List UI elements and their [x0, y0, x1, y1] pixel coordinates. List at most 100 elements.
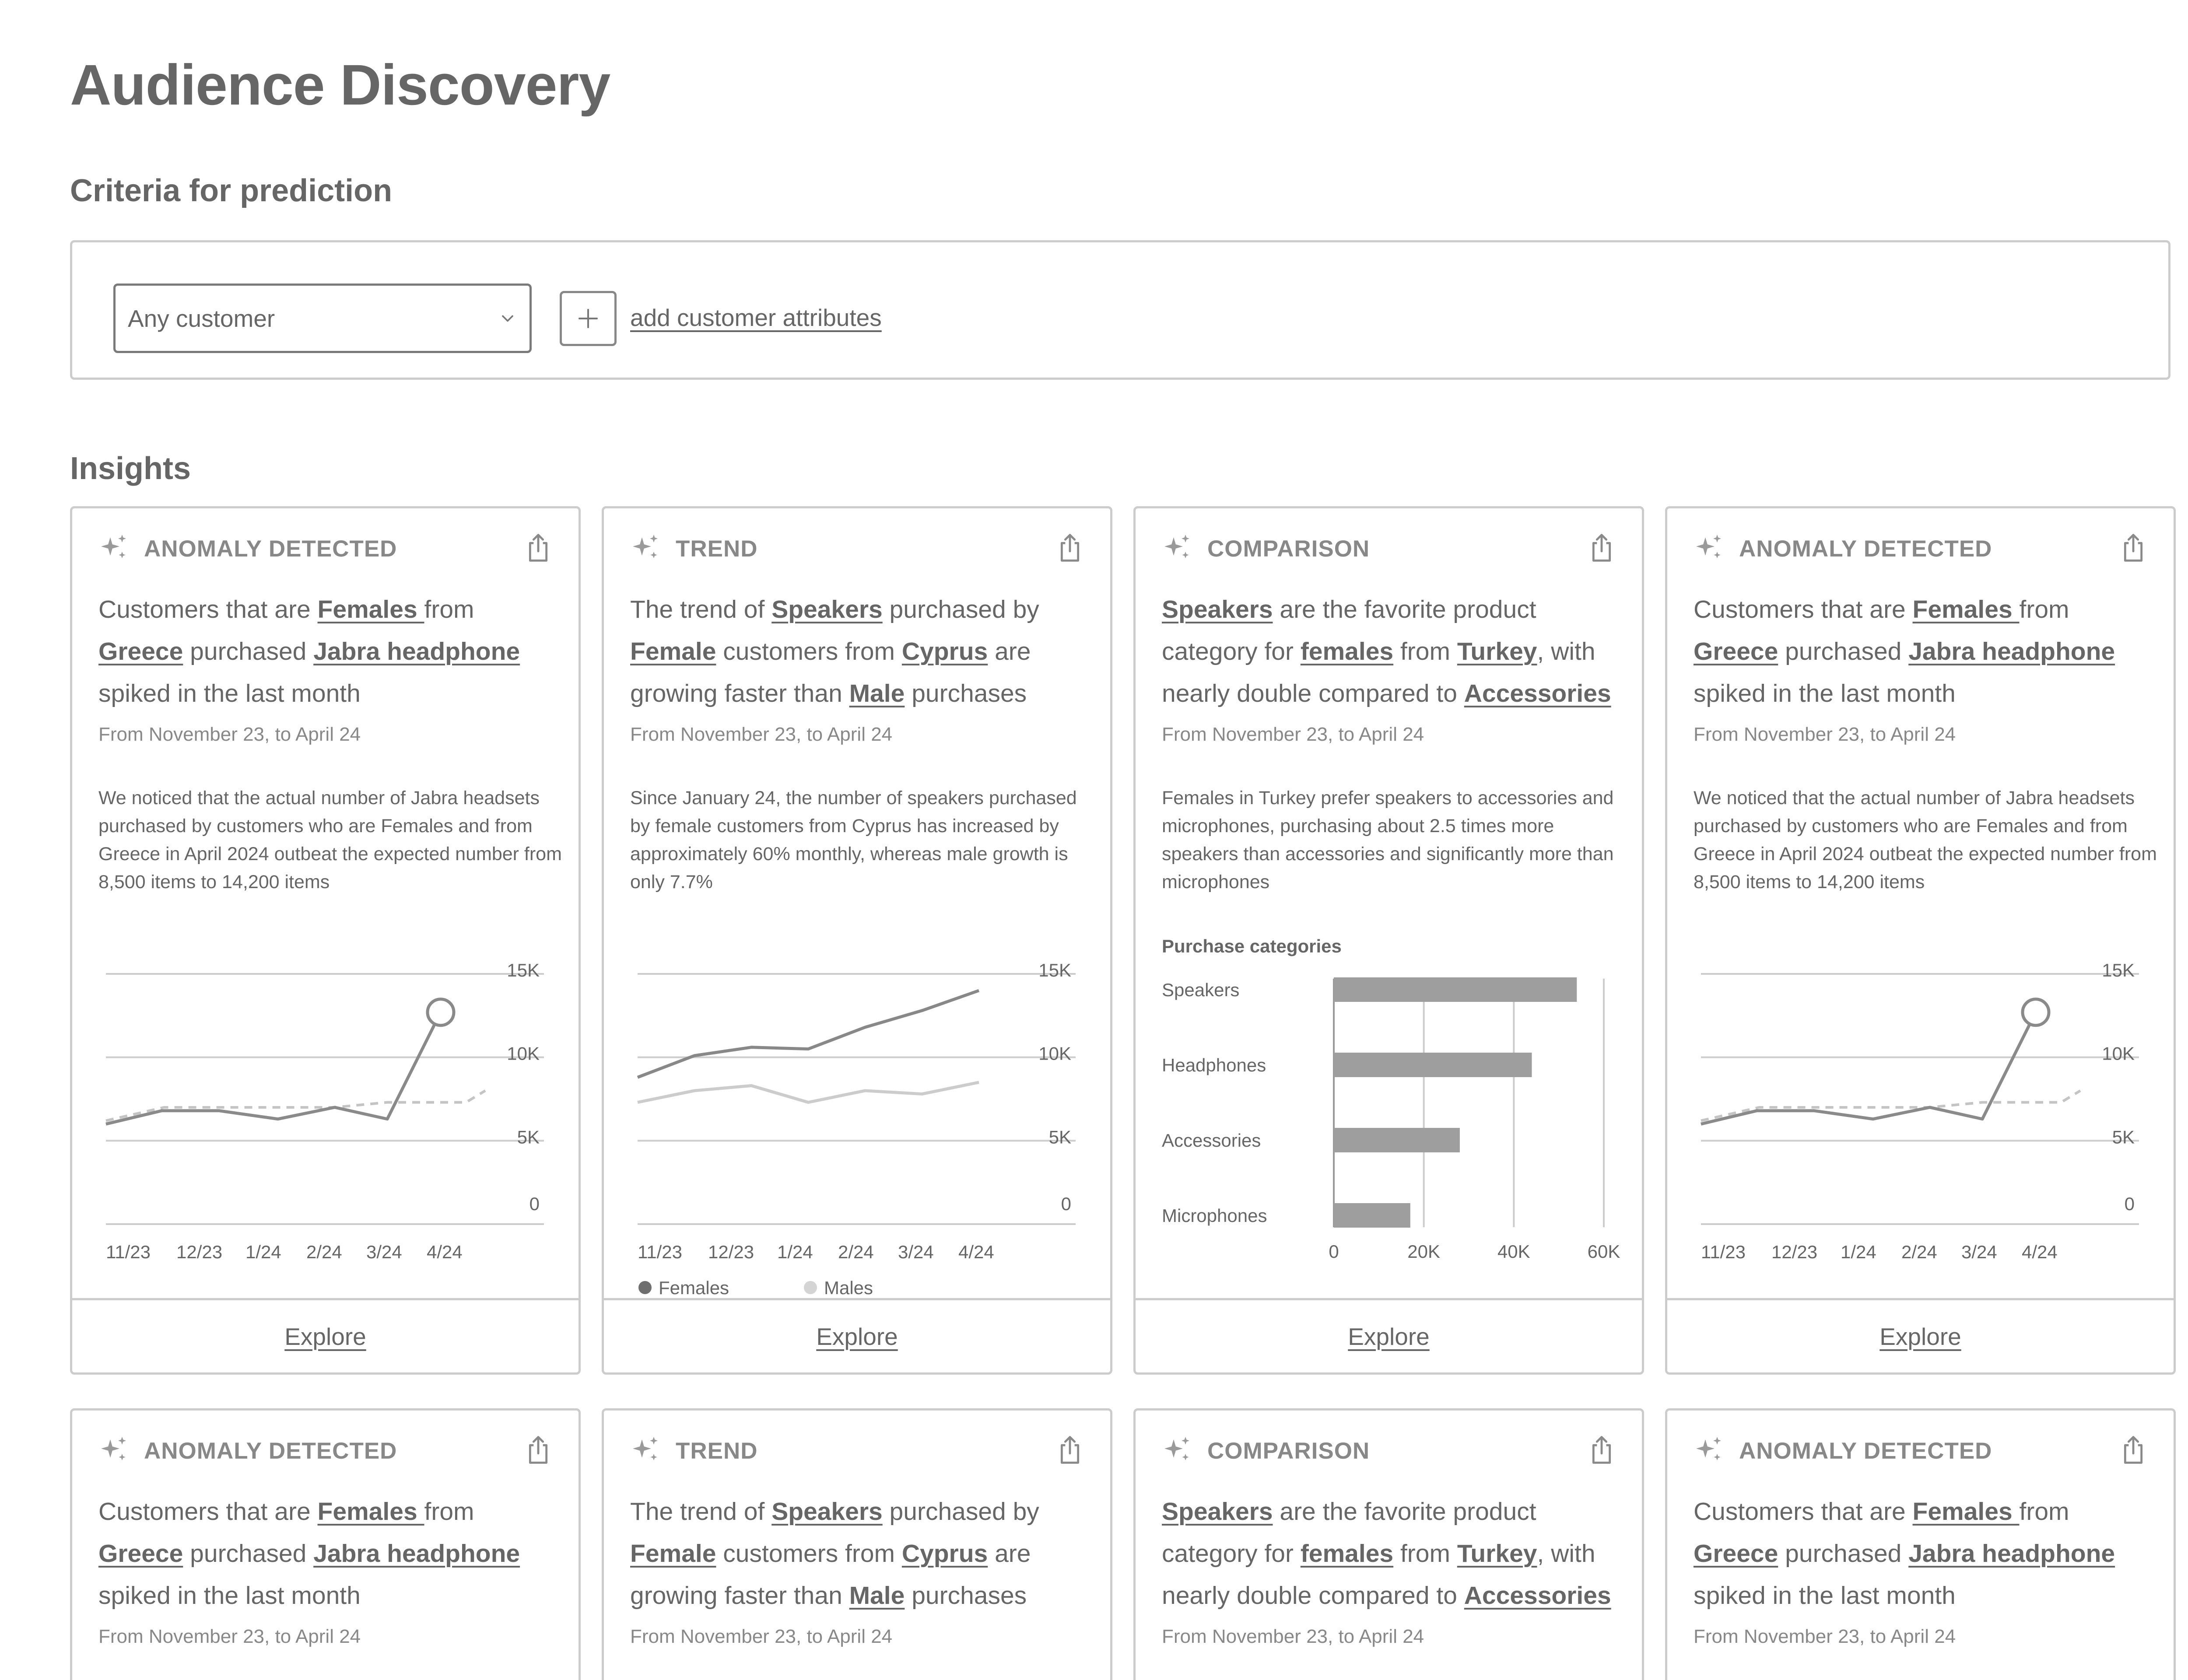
legend-swatch-females [638, 1281, 652, 1294]
headline-entity-link[interactable]: Jabra headphone [1908, 1540, 2115, 1568]
headline-entity-link[interactable]: Females [1913, 1498, 2020, 1526]
insight-headline: The trend of Speakers purchased by Femal… [630, 1491, 1094, 1617]
females-series-line [637, 989, 980, 1079]
insight-card: ANOMALY DETECTED Customers that are Femal… [70, 506, 581, 1375]
x-tick-label: 2/24 [838, 1242, 874, 1262]
explore-button[interactable]: Explore [1879, 1323, 1961, 1351]
insight-type-label: ANOMALY DETECTED [144, 1438, 397, 1464]
insight-chart: 15K 10K 5K 0 11/23 12/23 1/24 2/24 3/24 4/24 [1701, 960, 2139, 1262]
headline-entity-link[interactable]: Turkey [1457, 1540, 1537, 1568]
headline-entity-link[interactable]: Speakers [1162, 1498, 1273, 1526]
x-tick-label: 12/23 [1771, 1242, 1817, 1262]
x-tick-label: 4/24 [958, 1242, 994, 1262]
insight-headline: Speakers are the favorite product catego… [1162, 1491, 1626, 1617]
chart-title: Purchase categories [1162, 936, 1342, 956]
bar [1334, 1053, 1532, 1077]
insight-date-range: From November 23, to April 24 [1694, 1626, 1956, 1647]
x-tick-label: 4/24 [2022, 1242, 2058, 1262]
add-customer-attributes-link[interactable]: add customer attributes [630, 304, 882, 332]
headline-entity-link[interactable]: Cyprus [902, 1540, 988, 1568]
anomaly-point-marker[interactable] [426, 998, 456, 1027]
headline-entity-link[interactable]: Accessories [1464, 1582, 1611, 1610]
headline-entity-link[interactable]: Female [630, 1540, 716, 1568]
chevron-down-icon [502, 315, 513, 322]
x-tick-label: 3/24 [1961, 1242, 1997, 1262]
share-icon[interactable] [524, 1433, 552, 1466]
explore-button[interactable]: Explore [284, 1323, 366, 1351]
explore-bar: Explore [604, 1298, 1110, 1372]
share-icon[interactable] [1588, 1433, 1616, 1466]
y-tick-label: 5K [2112, 1127, 2135, 1147]
sparkle-icon [101, 1437, 126, 1460]
insight-card: COMPARISON Speakers are the favorite prod… [1133, 506, 1644, 1375]
card-header: TREND [630, 1432, 1084, 1467]
x-tick-label: 11/23 [106, 1242, 151, 1262]
category-label: Accessories [1162, 1130, 1261, 1151]
legend-swatch-males [804, 1281, 817, 1294]
headline-text: Customers that are [1694, 1498, 1913, 1526]
insight-date-range: From November 23, to April 24 [1162, 1626, 1424, 1647]
bar [1334, 1128, 1460, 1152]
insight-card: COMPARISON Speakers are the favorite prod… [1133, 1408, 1644, 1680]
headline-entity-link[interactable]: Speakers [771, 1498, 883, 1526]
y-tick-label: 15K [507, 960, 540, 980]
insight-headline: Customers that are Females from Greece p… [98, 1491, 562, 1617]
headline-text: purchased [183, 1540, 314, 1568]
headline-text: purchased [1778, 1540, 1909, 1568]
card-header: COMPARISON [1162, 1432, 1616, 1467]
x-tick-label: 4/24 [427, 1242, 463, 1262]
share-icon[interactable] [2119, 1433, 2147, 1466]
y-tick-label: 0 [2125, 1194, 2135, 1214]
insight-chart: Purchase categories 0 20K 40K 60K Speakers Hea… [1162, 936, 1620, 1262]
x-tick-label: 1/24 [1841, 1242, 1876, 1262]
insight-card: ANOMALY DETECTED Customers that are Femal… [1665, 506, 2176, 1375]
y-tick-label: 5K [1049, 1127, 1071, 1147]
explore-button[interactable]: Explore [816, 1323, 898, 1351]
headline-entity-link[interactable]: females [1301, 1540, 1393, 1568]
y-tick-label: 10K [1038, 1043, 1071, 1064]
males-series-line [637, 1081, 979, 1104]
x-tick-label: 60K [1588, 1241, 1620, 1262]
y-tick-label: 10K [507, 1043, 540, 1064]
insight-type-label: COMPARISON [1207, 1438, 1370, 1464]
sparkle-icon [1696, 1437, 1721, 1460]
headline-text: from [1393, 1540, 1457, 1568]
category-label: Headphones [1162, 1055, 1266, 1075]
headline-entity-link[interactable]: Male [849, 1582, 905, 1610]
card-header: ANOMALY DETECTED [1694, 1432, 2147, 1467]
headline-entity-link[interactable]: Greece [1694, 1540, 1778, 1568]
insights-section-title: Insights [70, 451, 191, 486]
insight-type-label: TREND [676, 1438, 758, 1464]
x-tick-label: 40K [1497, 1241, 1530, 1262]
headline-entity-link[interactable]: Jabra headphone [313, 1540, 520, 1568]
y-tick-label: 15K [1038, 960, 1071, 980]
customer-select[interactable]: Any customer [113, 284, 532, 353]
insight-date-range: From November 23, to April 24 [630, 1626, 893, 1647]
category-label: Microphones [1162, 1205, 1267, 1226]
headline-text: spiked in the last month [98, 1582, 361, 1610]
anomaly-point-marker[interactable] [2021, 998, 2051, 1027]
share-icon[interactable] [1056, 1433, 1084, 1466]
card-header: ANOMALY DETECTED [98, 1432, 552, 1467]
y-tick-label: 10K [2102, 1043, 2135, 1064]
sparkle-icon [1164, 1437, 1189, 1460]
x-tick-label: 2/24 [306, 1242, 342, 1262]
headline-entity-link[interactable]: Females [318, 1498, 424, 1526]
add-attribute-button[interactable] [560, 291, 617, 346]
x-tick-label: 11/23 [1701, 1242, 1746, 1262]
insight-card: ANOMALY DETECTED Customers that are Femal… [70, 1408, 581, 1680]
headline-text: purchases [905, 1582, 1027, 1610]
insight-type-label: ANOMALY DETECTED [1739, 1438, 1992, 1464]
headline-text: customers from [716, 1540, 902, 1568]
x-tick-label: 1/24 [245, 1242, 281, 1262]
headline-text: spiked in the last month [1694, 1582, 1956, 1610]
explore-button[interactable]: Explore [1348, 1323, 1429, 1351]
headline-text: from [424, 1498, 474, 1526]
explore-bar: Explore [72, 1298, 579, 1372]
explore-bar: Explore [1136, 1298, 1642, 1372]
y-tick-label: 5K [517, 1127, 540, 1147]
headline-entity-link[interactable]: Greece [98, 1540, 183, 1568]
y-tick-label: 0 [1061, 1194, 1071, 1214]
customer-select-value: Any customer [128, 304, 275, 332]
headline-text: purchased by [882, 1498, 1039, 1526]
